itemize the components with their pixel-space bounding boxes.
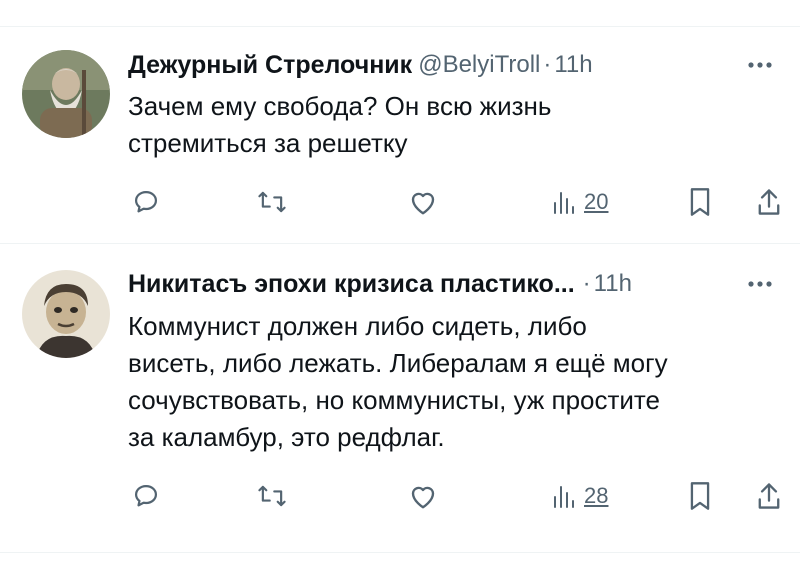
tweet-text-line: висеть, либо лежать. Либералам я ещё мог…: [128, 348, 668, 378]
tweet-header: Никитасъ эпохи кризиса пластико... · 11h: [128, 267, 780, 301]
tweet-text-line: Коммунист должен либо сидеть, либо: [128, 311, 587, 341]
tweet-text-line: Зачем ему свобода? Он всю жизнь: [128, 91, 552, 121]
tweet-text-line: за каламбур, это редфлаг.: [128, 422, 445, 452]
like-icon: [411, 192, 435, 215]
more-icon[interactable]: [740, 267, 780, 301]
tweet-text: Коммунист должен либо сидеть, либо висет…: [128, 308, 776, 456]
like-button[interactable]: [408, 476, 438, 516]
reply-button[interactable]: [132, 182, 160, 222]
tweet-text: Зачем ему свобода? Он всю жизнь стремить…: [128, 88, 776, 162]
views-icon: [554, 486, 574, 508]
share-icon: [758, 189, 780, 215]
share-icon: [758, 483, 780, 509]
share-button[interactable]: [756, 476, 782, 516]
separator-dot: ·: [543, 51, 552, 78]
bookmark-button[interactable]: [688, 182, 712, 222]
bookmark-button[interactable]: [688, 476, 712, 516]
action-bar: 28: [0, 476, 800, 516]
author-name[interactable]: Дежурный Стрелочник: [128, 51, 412, 80]
share-button[interactable]: [756, 182, 782, 222]
like-button[interactable]: [408, 182, 438, 222]
timestamp[interactable]: 11h: [594, 270, 632, 298]
author-name[interactable]: Никитасъ эпохи кризиса пластико...: [128, 270, 575, 299]
views-button[interactable]: 20: [552, 182, 608, 222]
avatar-caricature-portrait-icon: [22, 270, 110, 358]
retweet-button[interactable]: [256, 182, 288, 222]
author-handle[interactable]: @BelyiTroll: [418, 51, 540, 79]
like-icon: [411, 486, 435, 509]
views-icon: [554, 192, 574, 214]
top-divider: [0, 26, 800, 27]
views-count[interactable]: 28: [584, 483, 608, 509]
retweet-icon: [258, 485, 286, 507]
avatar-old-man-painting-icon: [22, 50, 110, 138]
tweet-text-line: стремиться за решетку: [128, 128, 408, 158]
reply-icon: [134, 484, 158, 507]
tweet-divider: [0, 243, 800, 244]
reply-icon: [134, 190, 158, 213]
views-count[interactable]: 20: [584, 189, 608, 215]
tweet-header: Дежурный Стрелочник @BelyiTroll · 11h: [128, 48, 780, 82]
more-icon[interactable]: [740, 48, 780, 82]
action-bar: 20: [0, 182, 800, 222]
retweet-icon: [258, 191, 286, 213]
timestamp[interactable]: 11h: [554, 51, 592, 79]
bookmark-icon: [690, 188, 710, 216]
avatar[interactable]: [22, 270, 110, 358]
bottom-divider: [0, 552, 800, 553]
separator-dot: ·: [582, 270, 591, 297]
bookmark-icon: [690, 482, 710, 510]
retweet-button[interactable]: [256, 476, 288, 516]
tweet-text-line: сочувствовать, но коммунисты, уж простит…: [128, 385, 660, 415]
reply-button[interactable]: [132, 476, 160, 516]
avatar[interactable]: [22, 50, 110, 138]
views-button[interactable]: 28: [552, 476, 608, 516]
